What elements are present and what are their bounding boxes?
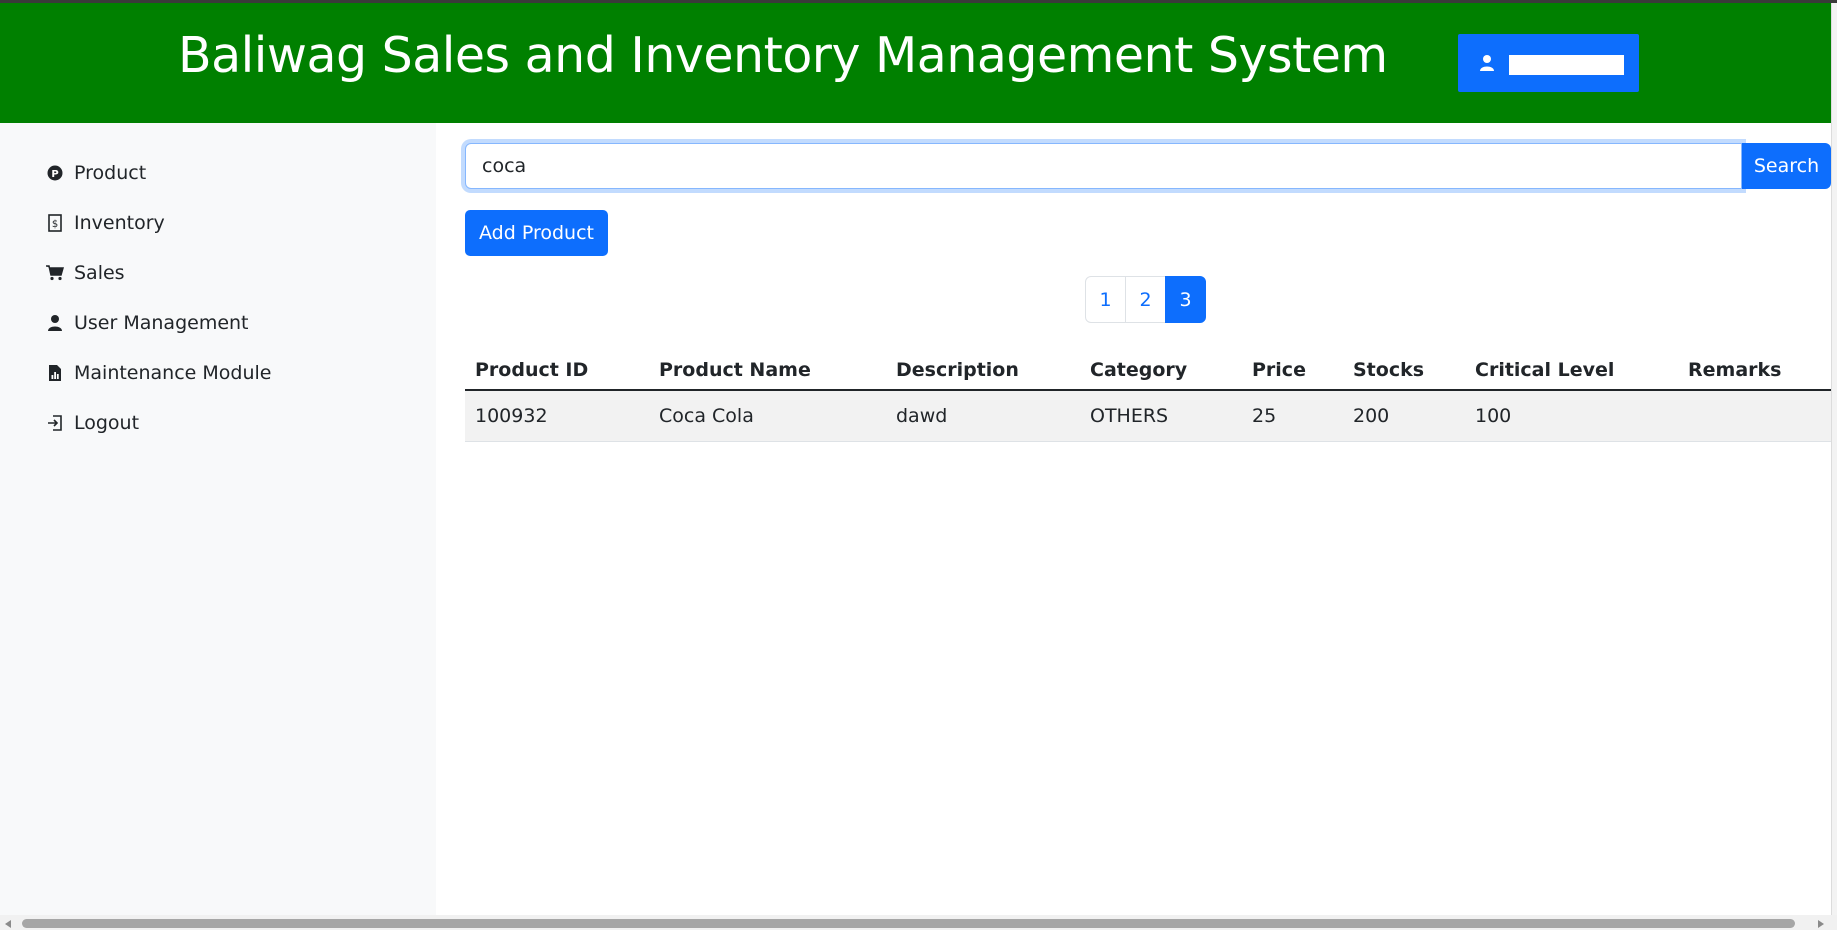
scroll-right-icon[interactable]	[1818, 920, 1824, 928]
user-menu-button[interactable]	[1458, 34, 1639, 92]
table-cell: 100	[1465, 390, 1678, 442]
table-cell: 200	[1343, 390, 1465, 442]
sidebar-item-sales[interactable]: Sales	[46, 258, 125, 288]
app-title: Baliwag Sales and Inventory Management S…	[178, 27, 1388, 84]
table-cell: Coca Cola	[649, 390, 886, 442]
cart-icon	[46, 263, 64, 283]
window-edge	[1831, 3, 1837, 915]
column-header[interactable]: Stocks	[1343, 350, 1465, 391]
svg-text:P: P	[51, 169, 58, 180]
product-table: Product ID Product Name Description Cate…	[465, 350, 1831, 442]
add-product-button[interactable]: Add Product	[465, 210, 608, 256]
table-cell: OTHERS	[1080, 390, 1242, 442]
sidebar-item-label: Sales	[74, 262, 125, 284]
user-icon	[1479, 54, 1495, 72]
app-header: Baliwag Sales and Inventory Management S…	[0, 3, 1831, 123]
column-header[interactable]: Category	[1080, 350, 1242, 391]
column-header[interactable]: Description	[886, 350, 1080, 391]
page-link-3-active[interactable]: 3	[1165, 276, 1206, 323]
sidebar-item-inventory[interactable]: $ Inventory	[46, 208, 165, 238]
sidebar-item-label: Maintenance Module	[74, 362, 272, 384]
scroll-left-icon[interactable]	[5, 920, 11, 928]
page-link-2[interactable]: 2	[1125, 276, 1166, 323]
sidebar: P Product $ Inventory Sales User Managem…	[0, 123, 436, 915]
sidebar-item-maintenance-module[interactable]: Maintenance Module	[46, 358, 272, 388]
column-header[interactable]: Critical Level	[1465, 350, 1678, 391]
table-cell: dawd	[886, 390, 1080, 442]
user-icon	[46, 313, 64, 333]
sidebar-item-logout[interactable]: Logout	[46, 408, 139, 438]
page-link-1[interactable]: 1	[1085, 276, 1126, 323]
scrollbar-thumb[interactable]	[22, 919, 1795, 928]
sidebar-item-product[interactable]: P Product	[46, 158, 146, 188]
sidebar-item-user-management[interactable]: User Management	[46, 308, 249, 338]
table-cell	[1678, 390, 1831, 442]
column-header[interactable]: Price	[1242, 350, 1343, 391]
report-icon	[46, 363, 64, 383]
table-row[interactable]: 100932 Coca Cola dawd OTHERS 25 200 100	[465, 390, 1831, 442]
search-input[interactable]	[465, 143, 1742, 189]
user-name-redacted	[1509, 55, 1624, 75]
sidebar-item-label: Logout	[74, 412, 140, 434]
sidebar-item-label: User Management	[74, 312, 249, 334]
pagination: 1 2 3	[1085, 276, 1206, 323]
horizontal-scrollbar[interactable]	[0, 915, 1837, 930]
column-header[interactable]: Remarks	[1678, 350, 1831, 391]
inventory-icon: $	[46, 213, 64, 233]
table-header-row: Product ID Product Name Description Cate…	[465, 350, 1831, 391]
logout-icon	[46, 413, 64, 433]
table-cell: 100932	[465, 390, 649, 442]
column-header[interactable]: Product Name	[649, 350, 886, 391]
search-button[interactable]: Search	[1742, 143, 1831, 189]
sidebar-item-label: Product	[74, 162, 147, 184]
table-cell: 25	[1242, 390, 1343, 442]
svg-text:$: $	[52, 219, 58, 230]
sidebar-item-label: Inventory	[74, 212, 165, 234]
product-icon: P	[46, 163, 64, 183]
column-header[interactable]: Product ID	[465, 350, 649, 391]
